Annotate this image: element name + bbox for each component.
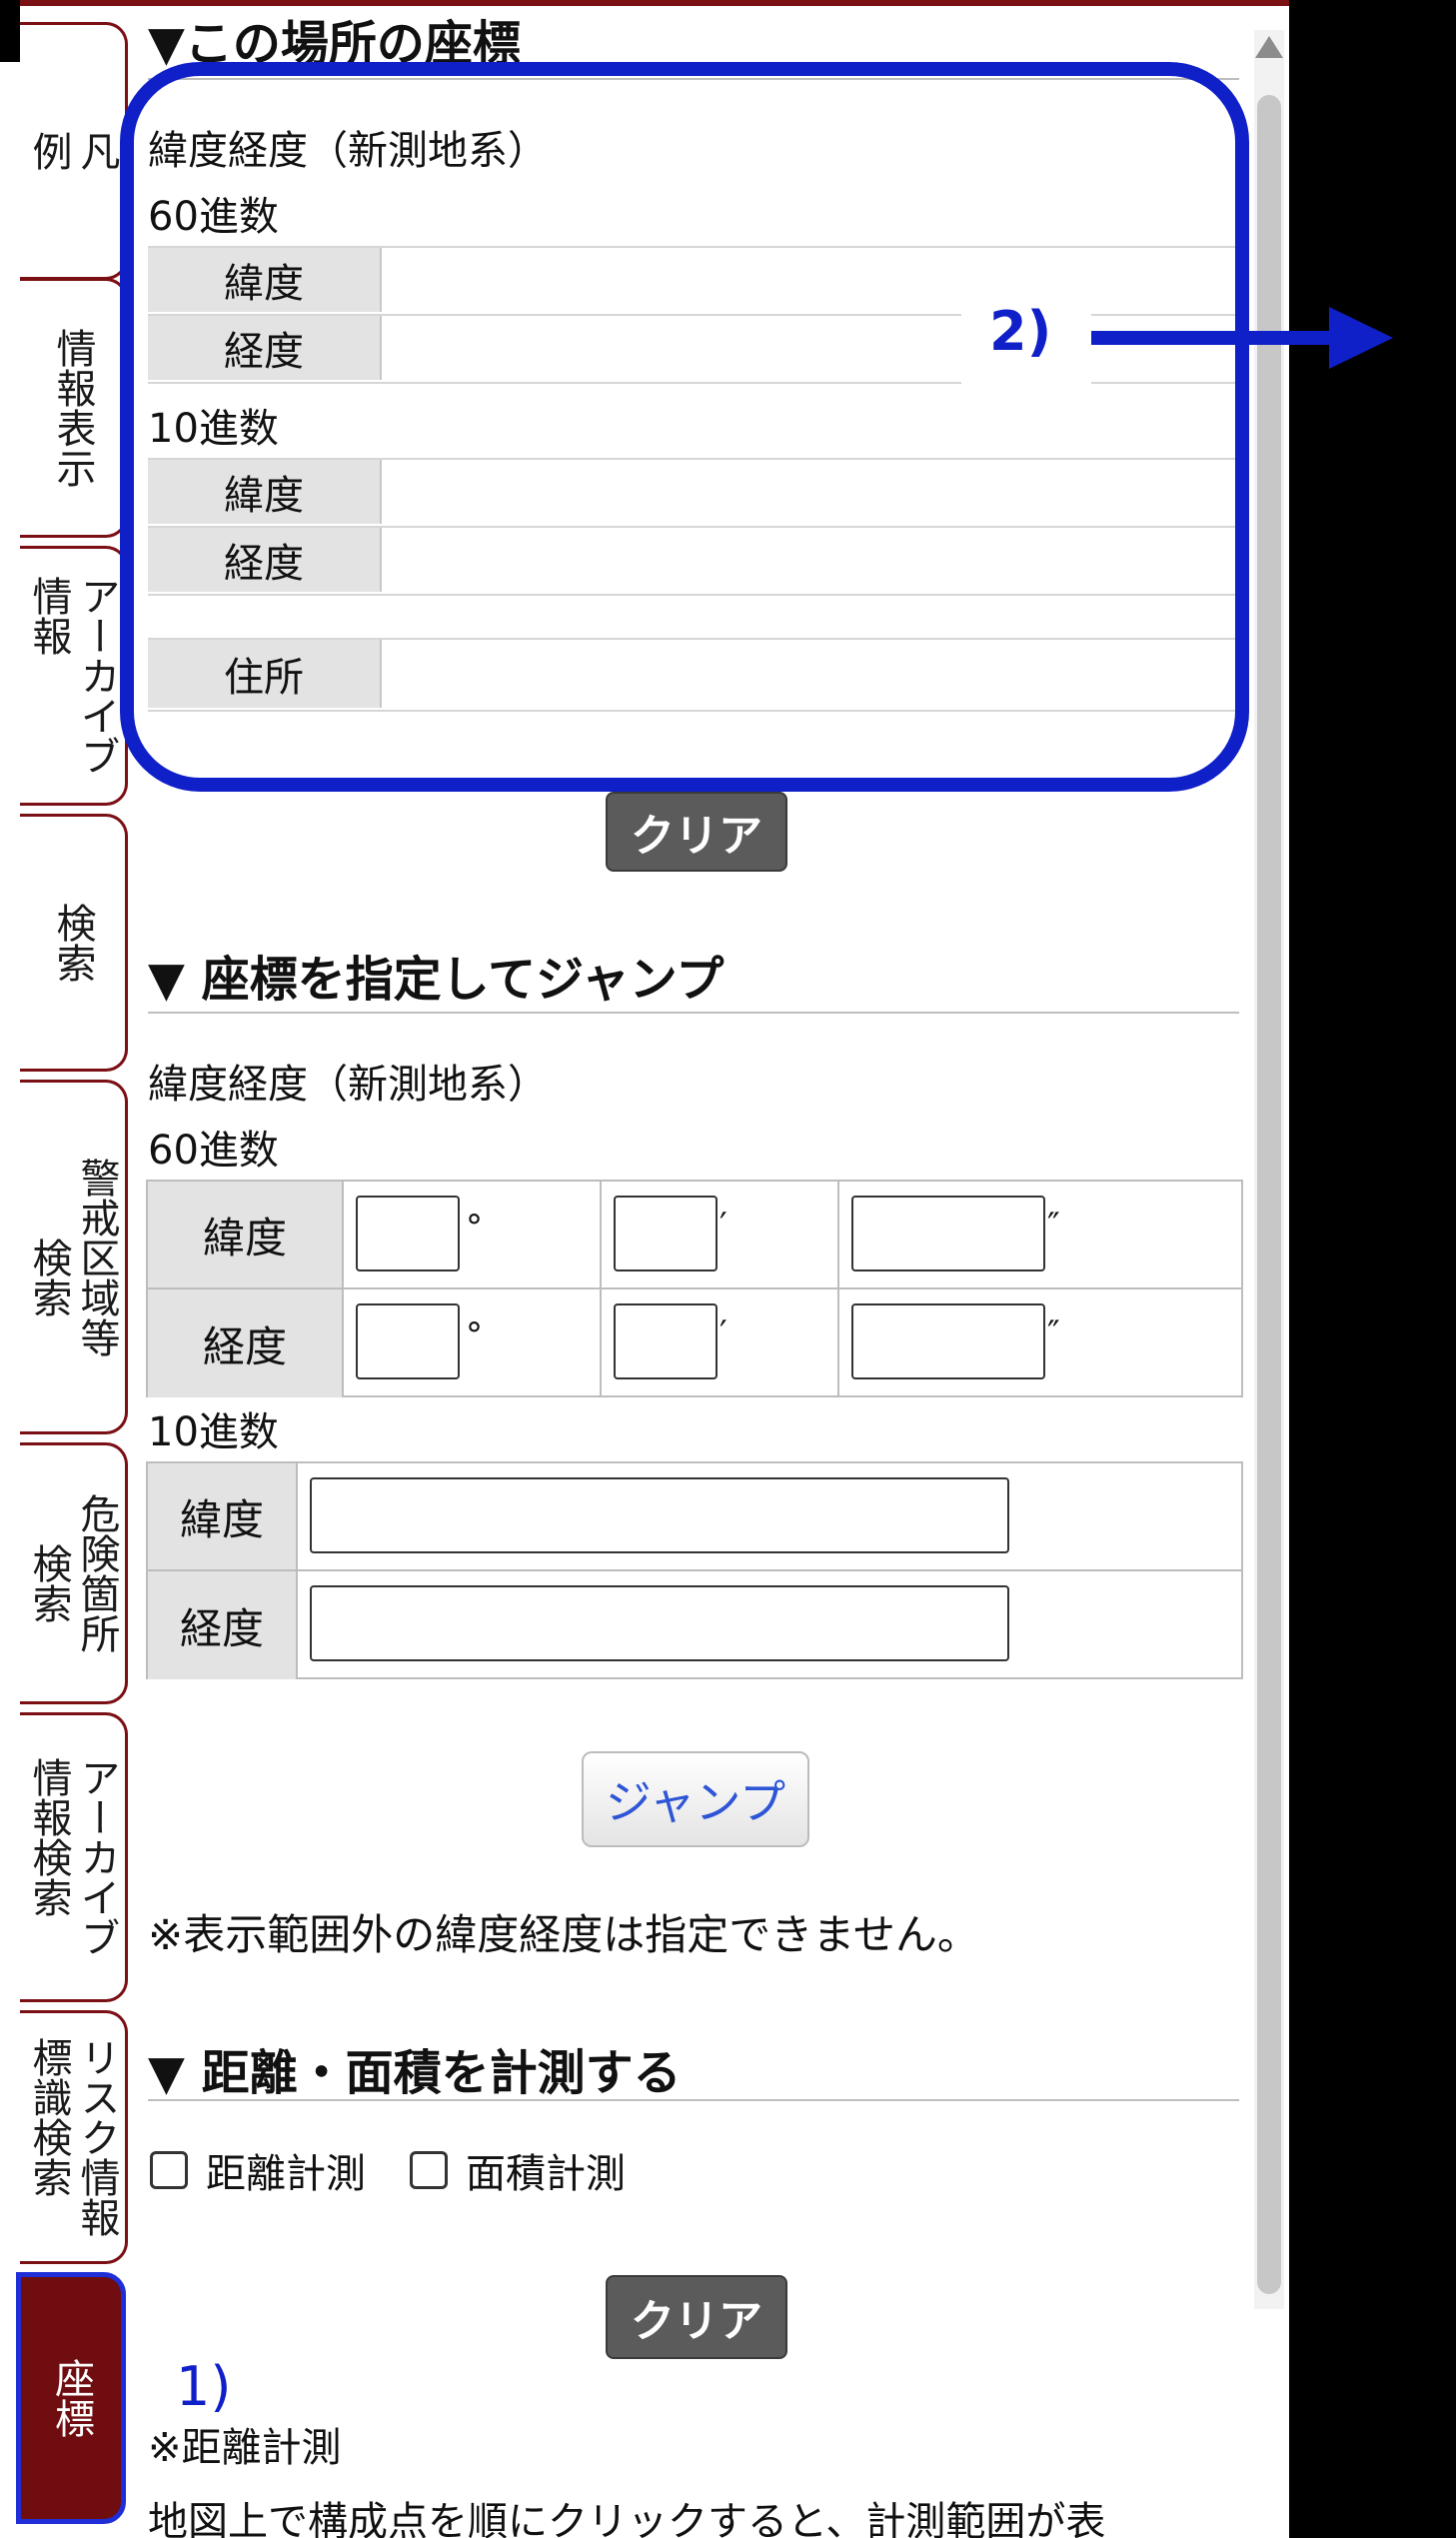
scrollbar-thumb[interactable] (1257, 95, 1281, 2294)
jump-button[interactable]: ジャンプ (582, 1751, 809, 1847)
tab-label: リスク情報 (73, 2037, 120, 2237)
tab-search[interactable]: 検索 (20, 814, 128, 1072)
tab-label: 情報検索 (25, 1757, 72, 1917)
second-symbol: ″ (1047, 1206, 1060, 1246)
annotation-highlight-box (120, 62, 1249, 792)
tab-label: 危険箇所 (73, 1493, 120, 1653)
geodetic-system-label: 緯度経度（新測地系） (148, 1062, 548, 1108)
tab-label: 検索 (25, 1237, 72, 1317)
annotation-label-2: 2) (989, 300, 1052, 363)
lon-label: 経度 (148, 1289, 344, 1397)
area-measure-label: 面積計測 (466, 2151, 626, 2197)
tab-label: アーカイブ (73, 576, 120, 776)
range-note: ※表示範囲外の緯度経度は指定できません。 (148, 1910, 979, 1959)
tab-warning-area-search[interactable]: 警戒区域等 検索 (20, 1080, 128, 1434)
measure-note-title: ※距離計測 (148, 2425, 342, 2471)
second-symbol: ″ (1047, 1313, 1060, 1353)
section-heading-jump[interactable]: ▼ 座標を指定してジャンプ (148, 940, 724, 1010)
degree-symbol: ° (466, 1208, 483, 1248)
lon-label: 経度 (148, 1571, 298, 1679)
tab-coordinates[interactable]: 座標 (16, 2272, 126, 2524)
measure-note-body: 地図上で構成点を順にクリックすると、計測範囲が表 (148, 2499, 1106, 2538)
divider (148, 2099, 1239, 2101)
arrow-right-icon (1329, 307, 1393, 369)
tab-archive-info[interactable]: アーカイブ 情報 (20, 546, 128, 806)
area-measure-checkbox[interactable] (410, 2151, 448, 2189)
tab-risk-sign-search[interactable]: リスク情報 標識検索 (20, 2010, 128, 2264)
lon-degree-input[interactable] (356, 1303, 460, 1379)
tab-archive-info-search[interactable]: アーカイブ 情報検索 (20, 1712, 128, 2002)
sexagesimal-label: 60進数 (148, 1128, 279, 1174)
tab-label: 警戒区域等 (73, 1157, 120, 1357)
annotation-label-1: 1) (176, 2355, 232, 2418)
measure-clear-button[interactable]: クリア (606, 2275, 787, 2359)
lon-minute-input[interactable] (614, 1303, 718, 1379)
distance-measure-checkbox[interactable] (150, 2151, 188, 2189)
decimal-label: 10進数 (148, 1409, 279, 1455)
minute-symbol: ′ (720, 1313, 728, 1353)
tab-label: 情報 (25, 576, 72, 656)
annotation-arrow-line (1091, 331, 1349, 345)
lon-decimal-input[interactable] (310, 1585, 1009, 1661)
tab-label: 検索 (49, 903, 96, 983)
lat-second-input[interactable] (851, 1196, 1045, 1271)
tab-label: 座標 (48, 2358, 94, 2438)
tab-label: アーカイブ (73, 1757, 120, 1957)
scroll-up-arrow-icon[interactable] (1255, 36, 1283, 58)
lat-decimal-input[interactable] (310, 1477, 1009, 1553)
minute-symbol: ′ (720, 1206, 728, 1246)
section-heading-measure[interactable]: ▼ 距離・面積を計測する (148, 2033, 682, 2103)
top-left-corner (0, 0, 20, 62)
tab-label: 凡 (73, 131, 120, 171)
tab-info-display[interactable]: 情報表示 (20, 278, 128, 538)
tab-label: 検索 (25, 1543, 72, 1623)
lon-second-input[interactable] (851, 1303, 1045, 1379)
tab-label: 情報表示 (49, 328, 96, 488)
lat-degree-input[interactable] (356, 1196, 460, 1271)
tab-legend[interactable]: 凡 例 (20, 22, 128, 280)
map-area-dark (1289, 0, 1456, 2538)
clear-button[interactable]: クリア (606, 792, 787, 872)
tab-label: 標識検索 (25, 2037, 72, 2197)
divider (148, 1012, 1239, 1014)
distance-measure-label: 距離計測 (206, 2151, 366, 2197)
lat-minute-input[interactable] (614, 1196, 718, 1271)
tab-label: 例 (25, 131, 72, 171)
lat-label: 緯度 (148, 1463, 298, 1571)
degree-symbol: ° (466, 1315, 483, 1355)
tab-danger-spot-search[interactable]: 危険箇所 検索 (20, 1442, 128, 1704)
lat-label: 緯度 (148, 1182, 344, 1289)
